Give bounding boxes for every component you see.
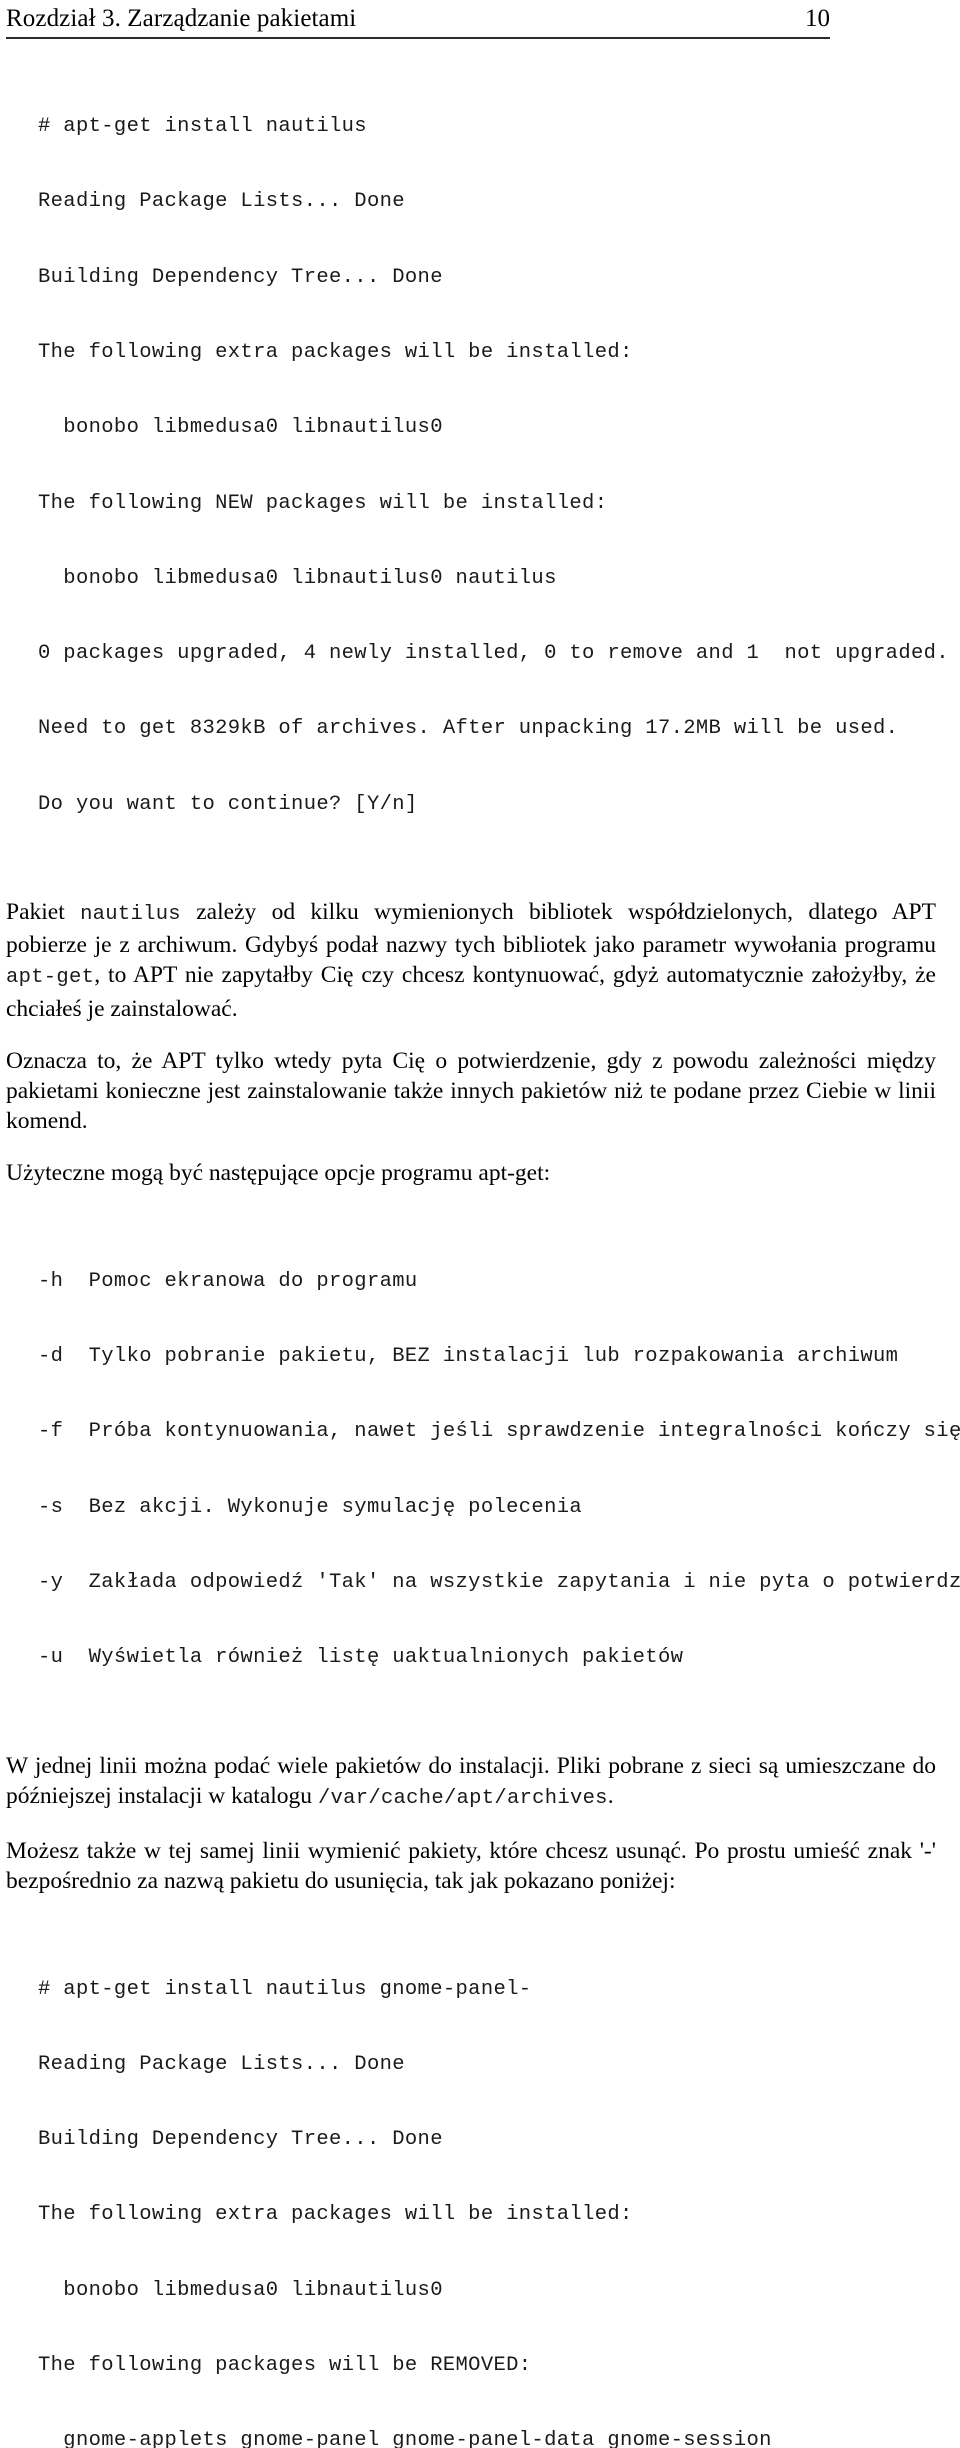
paragraph-confirmation-explanation: Oznacza to, że APT tylko wtedy pyta Cię … xyxy=(6,1047,936,1135)
code-line: The following packages will be REMOVED: xyxy=(38,2353,532,2377)
code-line: Building Dependency Tree... Done xyxy=(38,265,443,289)
code-line: Building Dependency Tree... Done xyxy=(38,2128,443,2152)
paragraph-archives-directory: W jednej linii można podać wiele pakietó… xyxy=(0,1751,936,1814)
option-line-s: -s Bez akcji. Wykonuje symulację polecen… xyxy=(38,1495,583,1519)
page-header: Rozdział 3. Zarządzanie pakietami 10 xyxy=(6,4,830,38)
option-line-y: -y Zakłada odpowiedź 'Tak' na wszystkie … xyxy=(38,1570,960,1594)
option-line-u: -u Wyświetla również listę uaktualnionyc… xyxy=(38,1646,684,1670)
paragraph-options-intro: Użyteczne mogą być następujące opcje pro… xyxy=(6,1160,551,1187)
code-line: The following NEW packages will be insta… xyxy=(38,491,608,515)
code-line: Need to get 8329kB of archives. After un… xyxy=(38,717,899,741)
code-line: The following extra packages will be ins… xyxy=(38,341,633,365)
page-number: 10 xyxy=(805,5,830,32)
option-line-d: -d Tylko pobranie pakietu, BEZ instalacj… xyxy=(38,1345,899,1369)
code-line: bonobo libmedusa0 libnautilus0 xyxy=(38,416,443,440)
code-line: # apt-get install nautilus gnome-panel- xyxy=(38,1977,532,2001)
inline-code-archives-path: /var/cache/apt/archives xyxy=(317,1786,608,1810)
header-divider xyxy=(6,37,830,39)
code-line: Reading Package Lists... Done xyxy=(38,2052,405,2076)
code-line: Do you want to continue? [Y/n] xyxy=(38,792,418,816)
code-block-apt-get-install-remove: # apt-get install nautilus gnome-panel- … xyxy=(0,1926,960,2448)
paragraph-text-segment: , to APT nie zapytałby Cię czy chcesz ko… xyxy=(6,962,936,1022)
code-block-apt-get-install: # apt-get install nautilus Reading Packa… xyxy=(0,64,960,867)
option-line-h: -h Pomoc ekranowa do programu xyxy=(38,1269,418,1293)
paragraph-text-segment: Pakiet xyxy=(6,899,81,925)
option-line-f: -f Próba kontynuowania, nawet jeśli spra… xyxy=(38,1420,960,1444)
document-page: Rozdział 3. Zarządzanie pakietami 10 # a… xyxy=(0,0,960,2448)
paragraph-nautilus-dependencies: Pakiet nautilus zależy od kilku wymienio… xyxy=(0,897,936,1024)
code-line: bonobo libmedusa0 libnautilus0 xyxy=(38,2278,443,2302)
inline-code-nautilus: nautilus xyxy=(80,903,181,926)
page-content: # apt-get install nautilus Reading Packa… xyxy=(0,64,960,2448)
code-line: bonobo libmedusa0 libnautilus0 nautilus xyxy=(38,566,557,590)
code-line: # apt-get install nautilus xyxy=(38,115,367,139)
paragraph-text-segment: . xyxy=(607,1782,614,1809)
code-line: 0 packages upgraded, 4 newly installed, … xyxy=(38,642,949,666)
chapter-title: Rozdział 3. Zarządzanie pakietami xyxy=(6,5,357,32)
code-line: gnome-applets gnome-panel gnome-panel-da… xyxy=(38,2429,772,2448)
paragraph-removal-syntax: Możesz także w tej samej linii wymienić … xyxy=(6,1837,936,1895)
code-line: The following extra packages will be ins… xyxy=(38,2203,633,2227)
code-line: Reading Package Lists... Done xyxy=(38,190,405,214)
apt-get-options-list: -h Pomoc ekranowa do programu -d Tylko p… xyxy=(0,1219,960,1721)
inline-code-apt-get: apt-get xyxy=(6,966,95,990)
